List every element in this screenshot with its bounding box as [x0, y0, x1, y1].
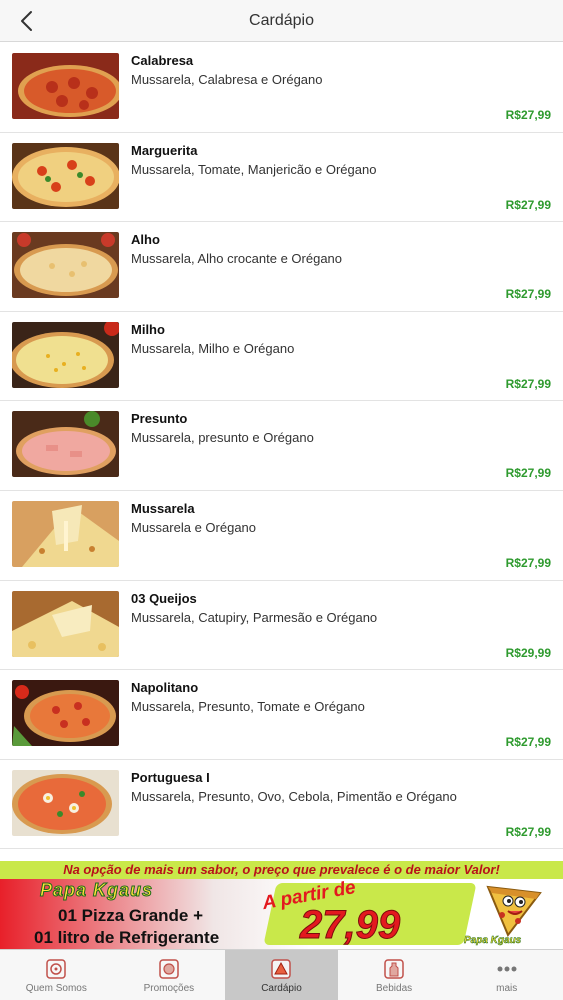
item-description: Mussarela, Catupiry, Parmesão e Orégano [131, 609, 378, 625]
tab-promocoes[interactable]: Promoções [113, 950, 226, 1000]
bottle-icon [384, 959, 404, 979]
menu-item-presunto[interactable]: Presunto Mussarela, presunto e Orégano R… [0, 401, 563, 491]
item-price: R$27,99 [505, 466, 551, 481]
pizza-marguerita-image [12, 142, 119, 209]
banner-offer-line1: 01 Pizza Grande + [58, 906, 204, 925]
item-description: Mussarela, presunto e Orégano [131, 430, 314, 446]
item-name: Mussarela [131, 500, 195, 516]
pizza-portuguesa-image [12, 769, 119, 836]
promotions-icon [159, 959, 179, 979]
banner-brand-logo: Papa Kgaus [39, 880, 154, 901]
item-price: R$27,99 [505, 555, 551, 570]
item-description: Mussarela, Milho e Orégano [131, 340, 295, 356]
item-description: Mussarela, Tomate, Manjericão e Orégano [131, 161, 377, 177]
pizza-presunto-image [12, 411, 119, 478]
pizza-slice-icon [271, 959, 292, 979]
item-price: R$27,99 [505, 287, 551, 302]
item-price: R$27,99 [505, 735, 551, 750]
nav-bar: Cardápio [0, 0, 563, 42]
item-description: Mussarela, Presunto, Ovo, Cebola, Piment… [131, 788, 457, 804]
item-name: Milho [131, 321, 165, 337]
item-name: Calabresa [131, 53, 194, 68]
banner-notice: Na opção de mais um sabor, o preço que p… [63, 862, 500, 877]
pizza-mussarela-image [12, 500, 119, 567]
item-name: 03 Queijos [131, 590, 197, 606]
item-name: Alho [131, 232, 160, 248]
menu-item-mussarela[interactable]: Mussarela Mussarela e Orégano R$27,99 [0, 491, 563, 581]
menu-item-milho[interactable]: Milho Mussarela, Milho e Orégano R$27,99 [0, 312, 563, 402]
item-price: R$27,99 [505, 108, 551, 122]
promo-banner[interactable]: Na opção de mais um sabor, o preço que p… [0, 861, 563, 949]
menu-item-napolitano[interactable]: Napolitano Mussarela, Presunto, Tomate e… [0, 670, 563, 760]
item-description: Mussarela e Orégano [131, 519, 257, 535]
item-price: R$27,99 [505, 824, 551, 839]
item-description: Mussarela, Presunto, Tomate e Orégano [131, 699, 365, 715]
tab-label: Cardápio [261, 983, 302, 994]
tab-bar: Quem Somos Promoções Cardápio Bebidas ma… [0, 949, 563, 1000]
item-price: R$29,99 [505, 645, 551, 660]
pizza-alho-image [12, 232, 119, 299]
menu-list[interactable]: Calabresa Mussarela, Calabresa e Orégano… [0, 43, 563, 861]
tab-label: Bebidas [376, 983, 413, 994]
item-name: Presunto [131, 411, 188, 427]
item-name: Napolitano [131, 680, 199, 696]
item-description: Mussarela, Calabresa e Orégano [131, 72, 323, 87]
pizza-napolitano-image [12, 680, 119, 747]
pizza-milho-image [12, 321, 119, 388]
tab-mais[interactable]: mais [450, 950, 563, 1000]
item-description: Mussarela, Alho crocante e Orégano [131, 251, 343, 267]
more-dots-icon [497, 966, 517, 972]
banner-small-logo: Papa Kgaus [464, 935, 522, 947]
tab-cardapio[interactable]: Cardápio [225, 950, 338, 1000]
info-circle-icon [46, 959, 67, 979]
menu-item-marguerita[interactable]: Marguerita Mussarela, Tomate, Manjericão… [0, 133, 563, 223]
pizza-mascot-icon [486, 885, 542, 937]
item-price: R$27,99 [505, 197, 551, 212]
item-name: Marguerita [131, 142, 198, 158]
menu-item-03-queijos[interactable]: 03 Queijos Mussarela, Catupiry, Parmesão… [0, 581, 563, 671]
banner-offer-line2: 01 litro de Refrigerante [34, 928, 220, 947]
tab-label: mais [496, 983, 518, 994]
banner-price: 27,99 [299, 903, 401, 948]
menu-item-calabresa[interactable]: Calabresa Mussarela, Calabresa e Orégano… [0, 43, 563, 133]
pizza-calabresa-image [12, 53, 119, 119]
menu-item-portuguesa-i[interactable]: Portuguesa I Mussarela, Presunto, Ovo, C… [0, 760, 563, 850]
tab-label: Promoções [143, 983, 195, 994]
menu-item-alho[interactable]: Alho Mussarela, Alho crocante e Orégano … [0, 222, 563, 312]
tab-quem-somos[interactable]: Quem Somos [0, 950, 113, 1000]
tab-label: Quem Somos [25, 983, 87, 994]
item-price: R$27,99 [505, 376, 551, 391]
pizza-03-queijos-image [12, 590, 119, 657]
item-name: Portuguesa I [131, 769, 210, 785]
tab-bebidas[interactable]: Bebidas [338, 950, 451, 1000]
page-title: Cardápio [249, 12, 314, 29]
